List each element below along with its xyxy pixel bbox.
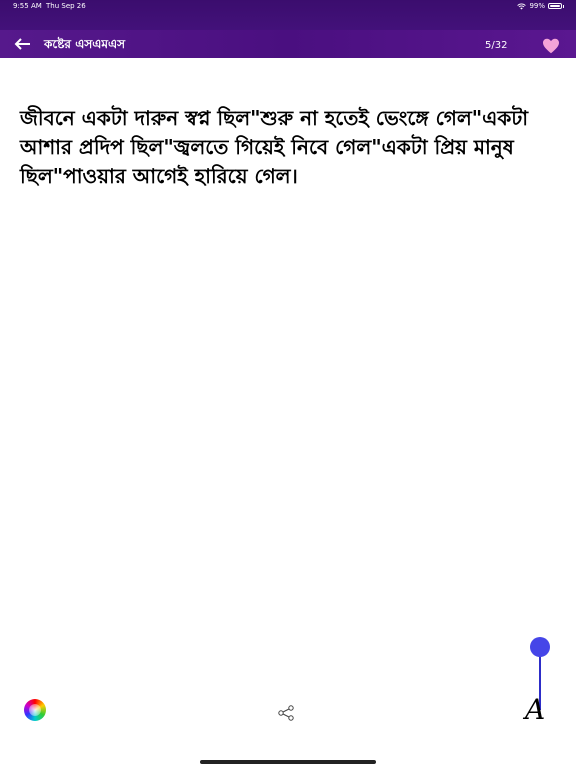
wifi-icon: [517, 3, 527, 9]
battery-percent: 99%: [529, 2, 545, 10]
message-counter: 5/32: [485, 40, 508, 51]
page-title: কষ্টের এসএমএস: [44, 37, 126, 51]
font-size-slider-knob[interactable]: [530, 637, 550, 657]
back-arrow-icon[interactable]: [14, 37, 32, 51]
battery-icon: [548, 3, 562, 9]
favorite-heart-icon[interactable]: [542, 38, 560, 54]
battery-tip: [563, 4, 564, 8]
app-header-background: 9:55 AM Thu Sep 26 99% কষ্টের এসএমএস 5/3…: [0, 0, 576, 58]
status-right: 99%: [517, 0, 564, 12]
home-indicator: [200, 760, 376, 764]
status-time: 9:55 AM: [13, 2, 42, 10]
status-date: Thu Sep 26: [46, 2, 86, 10]
share-icon[interactable]: [277, 704, 295, 722]
color-picker-icon[interactable]: [24, 699, 46, 721]
status-bar: 9:55 AM Thu Sep 26 99%: [0, 0, 576, 13]
font-size-icon[interactable]: A: [525, 694, 545, 726]
nav-bar: কষ্টের এসএমএস 5/32: [0, 30, 576, 58]
message-text: জীবনে একটা দারুন স্বপ্ন ছিল"শুরু না হতেই…: [20, 106, 529, 188]
